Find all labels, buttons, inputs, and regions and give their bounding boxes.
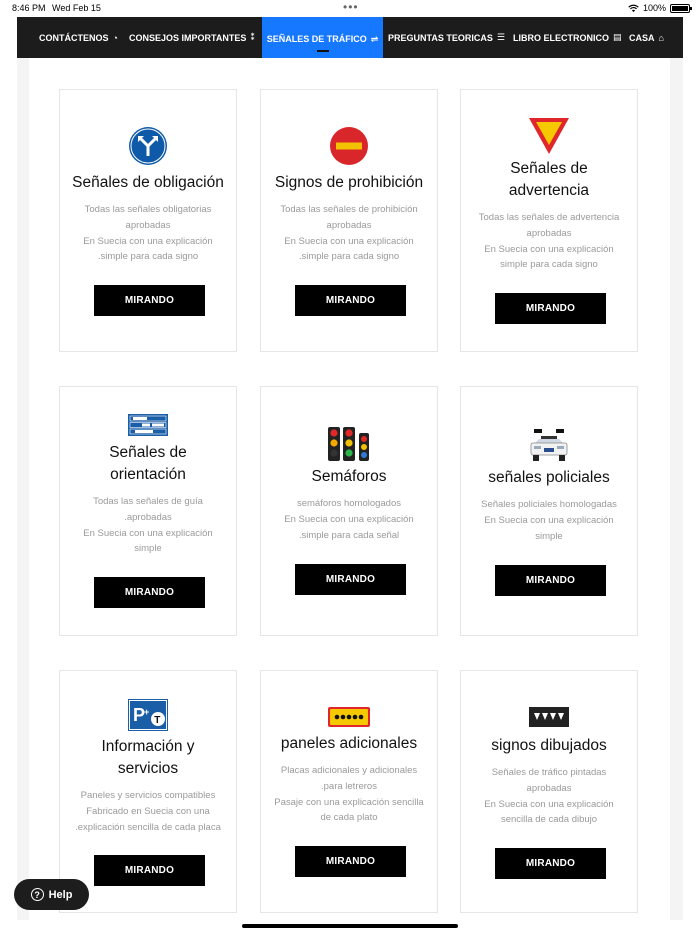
card-description: Placas adicionales y adicionales .para le… [274, 765, 424, 824]
card-dibujados: signos dibujados Señales de tráfico pint… [460, 670, 638, 913]
card-title: Señales de advertencia [508, 160, 590, 199]
nav-item-label: CONTÁCTENOS [39, 32, 109, 43]
nav-item-label: PREGUNTAS TEORICAS [388, 32, 493, 43]
mirando-button[interactable]: MIRANDO [495, 293, 606, 324]
nav-item-libro[interactable]: LIBRO ELECTRONICO ▤ [513, 17, 622, 58]
multitasking-dots-icon[interactable]: ••• [343, 0, 359, 14]
nav-item-senales-trafico[interactable]: SEÑALES DE TRÁFICO ⇌ [262, 17, 383, 61]
nav-item-casa[interactable]: CASA ⌂ [629, 17, 664, 58]
status-time: 8:46 PM [12, 3, 46, 13]
messenger-icon: ◔ [112, 32, 118, 43]
card-obligacion: Señales de obligación Todas las señales … [59, 89, 237, 352]
battery-icon [670, 3, 692, 13]
traffic-lights-icon [261, 427, 437, 461]
nodes-icon: ⁑ [250, 32, 256, 42]
card-description: Todas las señales de prohibición aprobada… [280, 204, 418, 263]
battery-percent: 100% [642, 3, 666, 13]
mandatory-sign-icon [60, 126, 236, 166]
list-icon: ☰ [496, 32, 505, 42]
mirando-button[interactable]: MIRANDO [94, 855, 205, 886]
warning-sign-icon [461, 117, 637, 155]
card-prohibicion: Signos de prohibición Todas las señales … [260, 89, 438, 352]
nav-item-label: SEÑALES DE TRÁFICO [266, 34, 367, 44]
nav-item-label: LIBRO ELECTRONICO [513, 32, 609, 43]
status-right: 100% [628, 3, 692, 13]
question-circle-icon: ? [30, 888, 44, 901]
mirando-button[interactable]: MIRANDO [295, 285, 406, 316]
card-title: Señales de orientación [109, 444, 187, 483]
card-policiales: señales policiales Señales policiales ho… [460, 386, 638, 636]
status-date: Wed Feb 15 [52, 3, 101, 13]
additional-panel-icon [261, 707, 437, 727]
active-tab-underline [316, 50, 329, 52]
mirando-button[interactable]: MIRANDO [495, 848, 606, 879]
card-title: signos dibujados [491, 737, 607, 754]
help-label: Help [48, 888, 73, 901]
card-informacion: P + T Información y servicios Paneles y s… [59, 670, 237, 913]
prohibition-sign-icon [261, 126, 437, 166]
card-description: Todas las señales de guía .aprobadas En Su… [83, 496, 213, 555]
mirando-button[interactable]: MIRANDO [94, 577, 205, 608]
card-description: semáforos homologados En Suecia con una e… [284, 498, 414, 541]
card-description: Todas las señales obligatorias aprobadas E… [83, 204, 213, 263]
top-nav: CONTÁCTENOS ◔ CONSEJOS IMPORTANTES ⁑ SEÑ… [17, 17, 683, 61]
book-icon: ▤ [613, 32, 622, 42]
guide-sign-icon [60, 414, 236, 436]
mirando-button[interactable]: MIRANDO [94, 285, 205, 316]
help-button[interactable]: ? Help [14, 879, 89, 910]
mirando-button[interactable]: MIRANDO [495, 565, 606, 596]
card-title: Señales de obligación [72, 174, 224, 191]
parking-sign-icon: P + T [60, 699, 236, 731]
card-description: Paneles y servicios compatibles Fabricado… [75, 790, 221, 833]
card-title: Información y servicios [101, 738, 195, 777]
svg-text:T: T [154, 715, 160, 726]
mirando-button[interactable]: MIRANDO [295, 846, 406, 877]
status-bar: 8:46 PM Wed Feb 15 ••• 100% [0, 0, 700, 17]
svg-text:+: + [144, 707, 149, 717]
home-icon: ⌂ [658, 32, 664, 43]
card-orientacion: Señales de orientación Todas las señales … [59, 386, 237, 636]
police-car-icon [461, 429, 637, 463]
card-title: señales policiales [488, 469, 610, 486]
card-semaforos: Semáforos semáforos homologados En Suecia… [260, 386, 438, 636]
signpost-icon: ⇌ [370, 33, 379, 44]
nav-item-label: CONSEJOS IMPORTANTES [129, 32, 247, 43]
card-description: Señales de tráfico pintadas aprobadas En S… [484, 767, 614, 826]
nav-item-consejos[interactable]: CONSEJOS IMPORTANTES ⁑ [129, 17, 255, 58]
card-advertencia: Señales de advertencia Todas las señales … [460, 89, 638, 352]
mirando-button[interactable]: MIRANDO [295, 564, 406, 595]
card-title: paneles adicionales [280, 735, 418, 752]
card-title: Semáforos [311, 468, 387, 485]
nav-item-contactenos[interactable]: CONTÁCTENOS ◔ [39, 17, 118, 58]
wifi-icon [628, 4, 639, 12]
card-description: Todas las señales de advertencia aprobada… [478, 212, 620, 271]
nav-item-label: CASA [629, 32, 655, 43]
card-paneles: paneles adicionales Placas adicionales y… [260, 670, 438, 913]
home-indicator[interactable] [242, 924, 458, 928]
card-title: Signos de prohibición [274, 174, 424, 191]
road-marking-icon [461, 707, 637, 727]
card-description: Señales policiales homologadas En Suecia … [481, 499, 617, 542]
nav-item-preguntas[interactable]: PREGUNTAS TEORICAS ☰ [388, 17, 505, 58]
